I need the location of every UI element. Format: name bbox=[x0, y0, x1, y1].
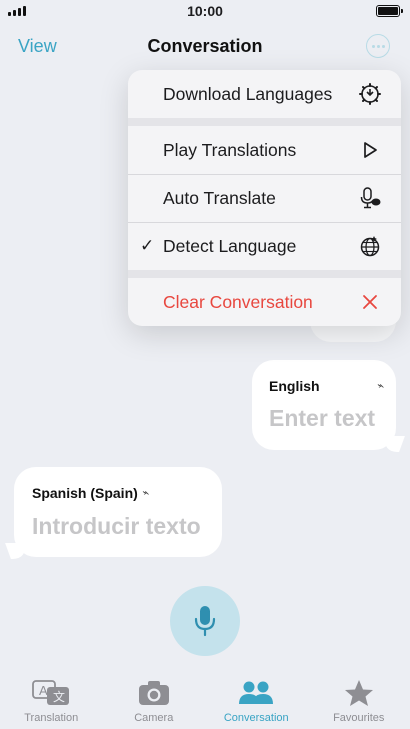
tab-label: Camera bbox=[134, 712, 174, 724]
more-menu: Download Languages Play Translations Aut… bbox=[128, 70, 401, 326]
tab-conversation[interactable]: Conversation bbox=[205, 676, 308, 729]
tab-translation[interactable]: A 文 Translation bbox=[0, 676, 103, 729]
battery-icon bbox=[376, 5, 403, 17]
camera-icon bbox=[138, 681, 169, 705]
star-icon bbox=[344, 680, 373, 706]
menu-item-label: Detect Language bbox=[163, 235, 297, 256]
spanish-language-label: Spanish (Spain) bbox=[32, 485, 138, 501]
tab-favourites[interactable]: Favourites bbox=[308, 676, 410, 729]
menu-item-play-translations[interactable]: Play Translations bbox=[128, 126, 401, 174]
tab-bar: A 文 Translation Camera Conversation Favo… bbox=[0, 676, 410, 729]
globe-detect-icon bbox=[359, 235, 381, 257]
download-gear-icon bbox=[359, 83, 381, 105]
english-language-selector[interactable]: English ‸ ˇ bbox=[269, 377, 385, 395]
checkmark-icon: ✓ bbox=[140, 236, 155, 255]
menu-item-auto-translate[interactable]: Auto Translate bbox=[128, 174, 401, 222]
menu-item-label: Clear Conversation bbox=[163, 291, 313, 312]
english-text-input[interactable]: Enter text bbox=[269, 405, 375, 432]
tab-label: Favourites bbox=[333, 712, 385, 724]
microphone-icon bbox=[194, 606, 216, 637]
status-time: 10:00 bbox=[187, 3, 223, 19]
menu-item-label: Play Translations bbox=[163, 139, 297, 160]
menu-item-download-languages[interactable]: Download Languages bbox=[128, 70, 401, 118]
close-icon bbox=[359, 291, 381, 313]
tab-camera[interactable]: Camera bbox=[103, 676, 206, 729]
english-bubble[interactable]: English ‸ ˇ Enter text bbox=[252, 360, 396, 450]
status-bar: 10:00 bbox=[0, 0, 410, 22]
navigation-bar: View Conversation bbox=[0, 22, 410, 70]
tab-label: Conversation bbox=[223, 712, 289, 724]
chevron-updown-icon: ‸ ˇ bbox=[142, 484, 151, 502]
menu-item-label: Auto Translate bbox=[163, 187, 276, 208]
svg-text:A: A bbox=[39, 683, 48, 698]
microphone-button[interactable] bbox=[170, 586, 240, 656]
mic-auto-icon bbox=[359, 187, 381, 209]
spanish-bubble[interactable]: Spanish (Spain) ‸ ˇ Introducir texto bbox=[14, 467, 222, 557]
ellipsis-circle-icon[interactable] bbox=[366, 34, 390, 58]
english-language-label: English bbox=[269, 378, 320, 394]
page-title: Conversation bbox=[147, 36, 263, 56]
tab-label: Translation bbox=[24, 712, 79, 724]
chevron-updown-icon: ‸ ˇ bbox=[377, 377, 385, 395]
spanish-language-selector[interactable]: Spanish (Spain) ‸ ˇ bbox=[32, 484, 151, 502]
svg-text:文: 文 bbox=[53, 689, 65, 704]
people-icon bbox=[239, 681, 274, 704]
view-button[interactable]: View bbox=[18, 36, 57, 57]
menu-item-clear-conversation[interactable]: Clear Conversation bbox=[128, 278, 401, 326]
menu-item-label: Download Languages bbox=[163, 83, 333, 104]
signal-icon bbox=[8, 6, 26, 16]
play-icon bbox=[359, 139, 381, 161]
spanish-text-input[interactable]: Introducir texto bbox=[32, 513, 201, 540]
menu-item-detect-language[interactable]: ✓ Detect Language bbox=[128, 222, 401, 270]
translate-icon: A 文 bbox=[32, 680, 70, 705]
